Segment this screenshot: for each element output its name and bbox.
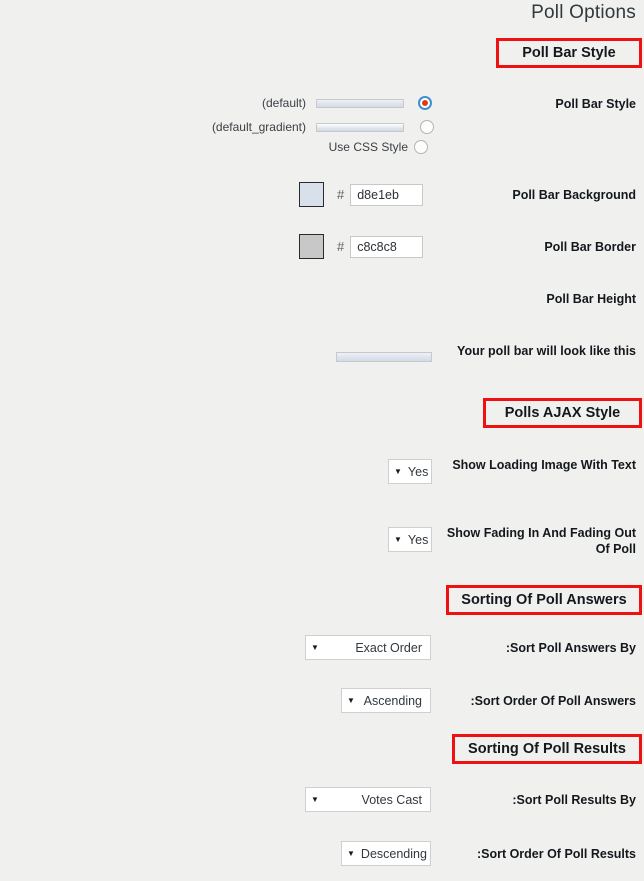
label-poll-bar-background: Poll Bar Background	[512, 188, 636, 202]
poll-bar-preview	[336, 352, 432, 362]
select-sort-order-of-poll-answers[interactable]: ▼ Ascending	[341, 688, 431, 713]
radio-label-use-css-style: Use CSS Style	[328, 140, 408, 154]
hex-input-poll-bar-border[interactable]: c8c8c8	[350, 235, 424, 258]
radio-input-default[interactable]	[418, 96, 432, 110]
select-sort-order-of-poll-answers-value: Ascending	[363, 693, 422, 708]
chevron-down-icon: ▼	[394, 466, 402, 476]
color-row-poll-bar-background[interactable]: # d8e1eb	[299, 182, 424, 207]
select-show-loading-image-value: Yes	[407, 464, 429, 479]
page-title: Poll Options	[531, 2, 636, 23]
section-header-sorting-of-poll-results: Sorting Of Poll Results	[452, 734, 642, 764]
radio-row-default-gradient[interactable]: (default_gradient)	[196, 120, 436, 134]
select-show-loading-image[interactable]: ▼ Yes	[388, 459, 432, 484]
hex-input-poll-bar-background[interactable]: d8e1eb	[350, 183, 424, 206]
select-show-fading[interactable]: ▼ Yes	[388, 527, 432, 552]
select-sort-order-of-poll-results-value: Descending	[360, 846, 427, 861]
label-sort-order-of-poll-answers: :Sort Order Of Poll Answers	[470, 694, 636, 708]
section-header-poll-bar-style-label: Poll Bar Style	[522, 44, 616, 61]
chevron-down-icon: ▼	[347, 848, 355, 858]
label-sort-poll-results-by: :Sort Poll Results By	[512, 793, 636, 807]
radio-label-default-gradient: (default_gradient)	[211, 120, 306, 134]
poll-options-page: Poll Options Poll Bar Style Poll Bar Sty…	[0, 0, 644, 881]
label-sort-poll-answers-by: :Sort Poll Answers By	[505, 641, 636, 655]
chevron-down-icon: ▼	[311, 642, 319, 652]
select-sort-order-of-poll-results[interactable]: ▼ Descending	[341, 841, 431, 866]
radio-row-default[interactable]: (default)	[196, 96, 436, 110]
chevron-down-icon: ▼	[394, 534, 402, 544]
label-sort-order-of-poll-results: :Sort Order Of Poll Results	[476, 847, 636, 861]
section-header-polls-ajax-style: Polls AJAX Style	[483, 398, 642, 428]
label-poll-bar-preview: Your poll bar will look like this	[457, 344, 636, 358]
chevron-down-icon: ▼	[347, 695, 355, 705]
label-show-loading-image: Show Loading Image With Text	[452, 458, 636, 472]
radio-row-use-css-style[interactable]: Use CSS Style	[196, 140, 436, 154]
color-swatch-poll-bar-background[interactable]	[299, 182, 324, 207]
color-swatch-poll-bar-border[interactable]	[299, 234, 324, 259]
chevron-down-icon: ▼	[311, 794, 319, 804]
radio-input-default-gradient[interactable]	[420, 120, 434, 134]
section-header-poll-bar-style: Poll Bar Style	[496, 38, 642, 68]
label-poll-bar-border: Poll Bar Border	[544, 240, 636, 254]
label-show-fading: Show Fading In And Fading Out Of Poll	[446, 526, 636, 556]
hash-symbol-border: #	[337, 239, 345, 254]
select-show-fading-value: Yes	[407, 532, 429, 547]
select-sort-poll-answers-by[interactable]: ▼ Exact Order	[305, 635, 431, 660]
bar-sample-default-gradient	[316, 122, 404, 132]
color-row-poll-bar-border[interactable]: # c8c8c8	[299, 234, 424, 259]
hash-symbol-background: #	[337, 187, 345, 202]
label-poll-bar-style: Poll Bar Style	[555, 97, 636, 111]
radio-input-use-css-style[interactable]	[414, 140, 428, 154]
bar-sample-default	[316, 98, 404, 108]
section-header-sorting-of-poll-answers-label: Sorting Of Poll Answers	[461, 591, 627, 608]
section-header-polls-ajax-style-label: Polls AJAX Style	[504, 404, 621, 421]
radio-label-default: (default)	[261, 96, 306, 110]
select-sort-poll-answers-by-value: Exact Order	[355, 640, 422, 655]
label-poll-bar-height: Poll Bar Height	[546, 292, 636, 306]
select-sort-poll-results-by-value: Votes Cast	[361, 792, 422, 807]
select-sort-poll-results-by[interactable]: ▼ Votes Cast	[305, 787, 431, 812]
section-header-sorting-of-poll-answers: Sorting Of Poll Answers	[446, 585, 642, 615]
section-header-sorting-of-poll-results-label: Sorting Of Poll Results	[468, 740, 626, 757]
